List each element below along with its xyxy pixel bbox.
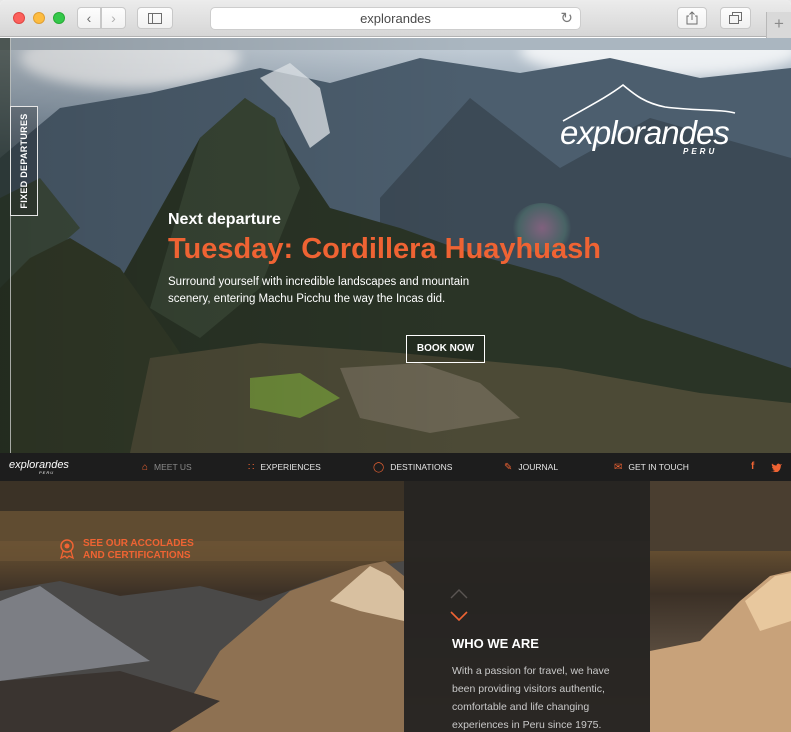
chevron-left-icon: ‹ <box>86 10 92 26</box>
nav-item-label: JOURNAL <box>518 462 559 472</box>
nav-item-journal[interactable]: ✎ JOURNAL <box>504 453 558 481</box>
nav-item-destinations[interactable]: ◯ DESTINATIONS <box>373 453 452 481</box>
zoom-window-button[interactable] <box>53 12 65 24</box>
back-button[interactable]: ‹ <box>77 7 101 29</box>
accolade-line-1: SEE OUR ACCOLADES <box>83 538 194 549</box>
close-window-button[interactable] <box>13 12 25 24</box>
plus-icon: + <box>774 14 784 33</box>
grid-icon: ∷ <box>248 462 255 473</box>
book-now-button[interactable]: BOOK NOW <box>406 335 485 363</box>
home-icon: ⌂ <box>142 462 149 473</box>
fixed-departures-tab[interactable]: FIXED DEPARTURES <box>10 106 38 216</box>
site-logo[interactable]: explorandes PERU <box>555 83 740 158</box>
chevron-right-icon: › <box>111 10 116 26</box>
sidebar-toggle-button[interactable] <box>137 7 173 29</box>
url-text: explorandes <box>360 11 431 26</box>
nav-logo[interactable]: explorandes PERU <box>9 459 69 475</box>
nav-item-label: MEET US <box>154 462 192 472</box>
nav-item-get-in-touch[interactable]: ✉ GET IN TOUCH <box>614 453 689 481</box>
fixed-departures-label: FIXED DEPARTURES <box>19 113 29 209</box>
envelope-icon: ✉ <box>614 462 623 473</box>
chevron-up-icon[interactable] <box>450 589 468 599</box>
who-we-are-panel: WHO WE ARE With a passion for travel, we… <box>404 481 650 732</box>
nav-item-experiences[interactable]: ∷ EXPERIENCES <box>248 453 321 481</box>
about-section: SEE OUR ACCOLADES AND CERTIFICATIONS WHO… <box>0 481 791 732</box>
nav-item-label: DESTINATIONS <box>390 462 453 472</box>
nav-item-meet-us[interactable]: ⌂ MEET US <box>142 453 192 481</box>
side-strip <box>0 38 11 453</box>
compass-icon: ◯ <box>373 462 385 473</box>
share-button[interactable] <box>677 7 707 29</box>
nav-item-label: GET IN TOUCH <box>628 462 689 472</box>
tabs-icon <box>729 12 742 24</box>
main-navigation: explorandes PERU ⌂ MEET US ∷ EXPERIENCES ◯… <box>0 453 791 481</box>
award-badge-icon <box>60 539 74 559</box>
accolade-line-2: AND CERTIFICATIONS <box>83 550 191 561</box>
hero-banner: FIXED DEPARTURES explorandes PERU Next d… <box>0 38 791 453</box>
departure-description: Surround yourself with incredible landsc… <box>168 276 470 305</box>
nav-logo-sub: PERU <box>39 470 55 475</box>
browser-window: ‹ › explorandes ↻ + FIXED DEPARTURES exp… <box>0 0 791 732</box>
nav-item-label: EXPERIENCES <box>260 462 321 472</box>
new-tab-button[interactable]: + <box>766 12 791 38</box>
sidebar-icon <box>148 13 162 24</box>
address-bar[interactable]: explorandes ↻ <box>210 7 581 30</box>
who-we-are-title: WHO WE ARE <box>452 636 539 651</box>
minimize-window-button[interactable] <box>33 12 45 24</box>
reload-icon[interactable]: ↻ <box>560 8 573 29</box>
who-we-are-text: With a passion for travel, we have been … <box>452 665 610 731</box>
pencil-icon: ✎ <box>504 462 513 473</box>
departure-headline[interactable]: Tuesday: Cordillera Huayhuash <box>168 233 601 266</box>
chevron-down-icon[interactable] <box>450 611 468 621</box>
share-icon <box>686 11 698 25</box>
snow-mountain-scene <box>0 481 791 732</box>
show-tabs-button[interactable] <box>720 7 751 29</box>
logo-country: PERU <box>683 147 718 156</box>
browser-toolbar: ‹ › explorandes ↻ + <box>0 0 791 38</box>
facebook-icon[interactable]: f <box>751 453 754 481</box>
next-departure-label: Next departure <box>168 211 281 228</box>
forward-button[interactable]: › <box>101 7 126 29</box>
twitter-icon[interactable] <box>771 453 782 481</box>
